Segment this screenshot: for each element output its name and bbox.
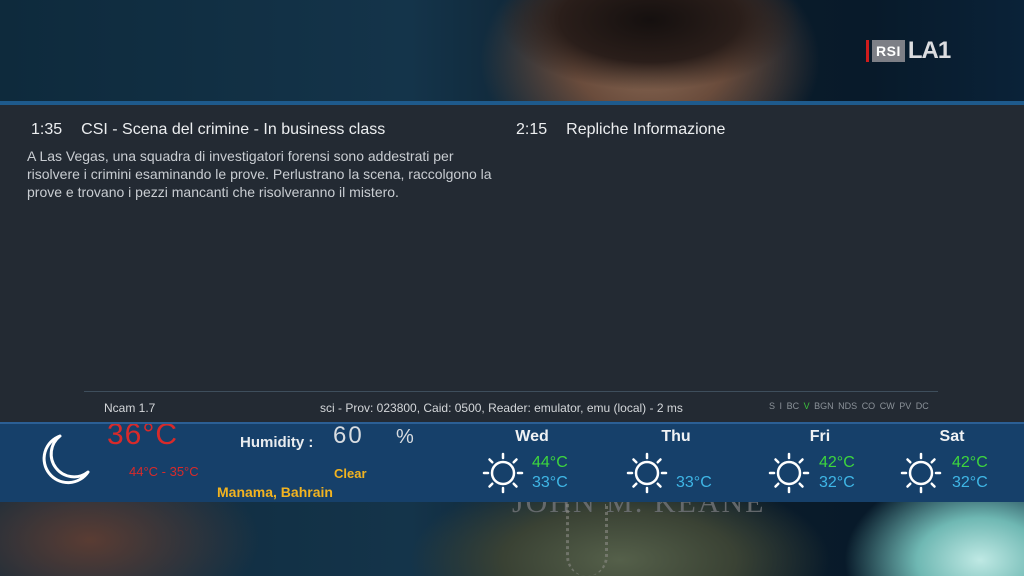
forecast-day-fri: Fri 42°C 32°C xyxy=(750,426,890,502)
forecast-low: 33°C xyxy=(532,474,568,491)
logo-la1: LA1 xyxy=(907,37,951,64)
caid-nds: NDS xyxy=(838,401,858,411)
video-dogtag-chain xyxy=(566,504,608,576)
caid-s: S xyxy=(769,401,776,411)
cam-name: Ncam 1.7 xyxy=(104,401,156,415)
logo-red-bar xyxy=(866,40,869,62)
forecast-day-sat: Sat 42°C 32°C xyxy=(882,426,1022,502)
sun-icon xyxy=(626,452,668,494)
caid-indicators: S I BC V BGN NDS CO CW PV DC xyxy=(769,401,929,411)
forecast-day-name: Wed xyxy=(515,428,549,445)
sun-icon xyxy=(768,452,810,494)
channel-logo: RSI LA1 xyxy=(866,37,951,64)
forecast-high: 44°C xyxy=(532,454,568,471)
caid-bg: BG xyxy=(814,401,828,411)
forecast-day-name: Thu xyxy=(661,428,691,445)
forecast-low: 33°C xyxy=(676,474,712,491)
epg-next-time: 2:15 xyxy=(516,121,548,138)
forecast-day-name: Fri xyxy=(809,428,831,445)
humidity-value: 60 xyxy=(333,422,364,449)
caid-co: CO xyxy=(861,401,876,411)
forecast-day-thu: Thu 33°C xyxy=(606,426,746,502)
forecast-low: 32°C xyxy=(952,474,988,491)
caid-pv: PV xyxy=(899,401,912,411)
humidity-unit: % xyxy=(396,426,414,448)
caid-v-active: V xyxy=(803,401,810,411)
forecast-high: 42°C xyxy=(819,454,855,471)
sun-icon xyxy=(482,452,524,494)
temperature-range: 44°C - 35°C xyxy=(129,464,199,479)
epg-next-title: Repliche Informazione xyxy=(566,121,726,138)
epg-now-time: 1:35 xyxy=(31,121,63,138)
epg-now-event: 1:35 CSI - Scena del crimine - In busine… xyxy=(31,121,385,139)
epg-next-event: 2:15 Repliche Informazione xyxy=(516,121,725,139)
ecm-info: sci - Prov: 023800, Caid: 0500, Reader: … xyxy=(320,401,683,415)
epg-now-description: A Las Vegas, una squadra di investigator… xyxy=(27,148,492,200)
caid-n: N xyxy=(827,401,834,411)
weather-location: Manama, Bahrain xyxy=(217,484,333,500)
forecast-low: 32°C xyxy=(819,474,855,491)
epg-panel: 1:35 CSI - Scena del crimine - In busine… xyxy=(0,101,1024,395)
video-subject-head xyxy=(500,0,800,100)
caid-dc: DC xyxy=(915,401,929,411)
forecast-day-name: Sat xyxy=(939,428,965,445)
forecast-high: 42°C xyxy=(952,454,988,471)
sun-icon xyxy=(900,452,942,494)
weather-condition: Clear xyxy=(334,466,367,481)
epg-now-title: CSI - Scena del crimine - In business cl… xyxy=(81,121,386,138)
weather-bar: 36°C 44°C - 35°C Humidity : 60 % Clear M… xyxy=(0,422,1024,502)
caid-cw: CW xyxy=(879,401,895,411)
cam-info-bar: Ncam 1.7 sci - Prov: 023800, Caid: 0500,… xyxy=(0,395,1024,422)
current-temperature: 36°C xyxy=(107,422,179,451)
humidity-label: Humidity : xyxy=(240,434,314,451)
info-divider xyxy=(84,391,938,392)
moon-icon xyxy=(42,434,90,485)
caid-i: I xyxy=(779,401,783,411)
logo-rsi: RSI xyxy=(872,40,905,62)
forecast-day-wed: Wed 44°C 33°C xyxy=(462,426,602,502)
caid-bc: BC xyxy=(786,401,800,411)
